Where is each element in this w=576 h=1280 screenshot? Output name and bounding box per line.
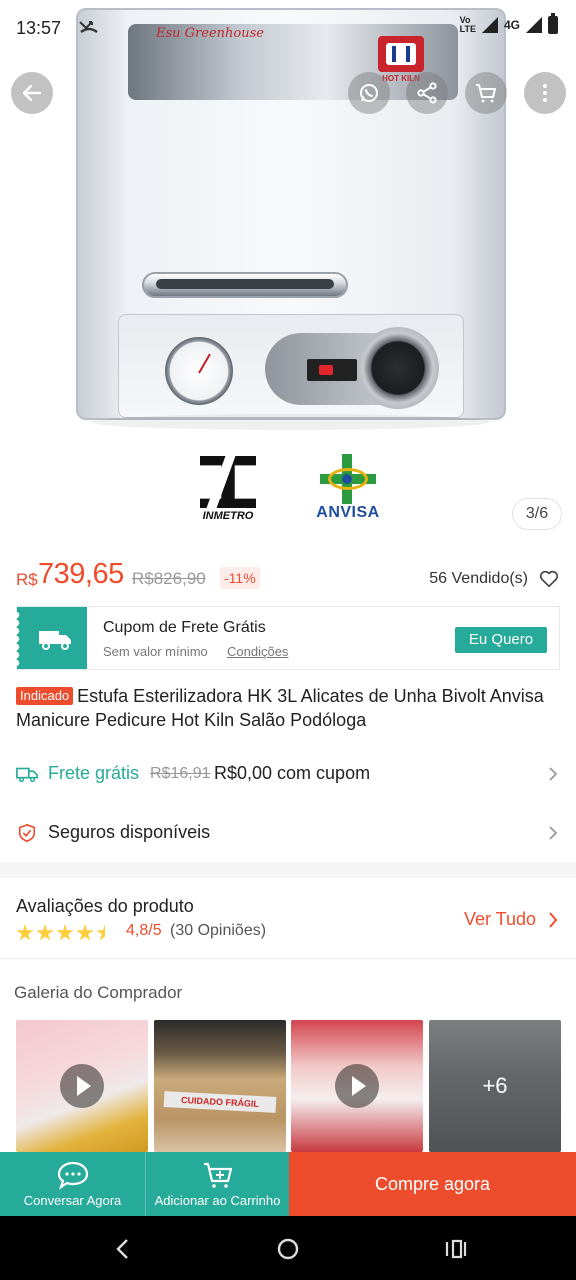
rating-value: 4,8/5 — [126, 922, 162, 939]
product-photo: Esu Greenhouse HOT KILN — [76, 8, 506, 420]
missed-call-icon — [78, 16, 100, 41]
chevron-right-icon — [549, 826, 558, 840]
shipping-old-price: R$16,91 — [150, 765, 211, 782]
product-title: Estufa Esterilizadora HK 3L Alicates de … — [16, 686, 544, 730]
insurance-row[interactable]: Seguros disponíveis — [16, 813, 560, 853]
thermometer-gauge — [165, 337, 233, 405]
whatsapp-share-button[interactable] — [348, 72, 390, 114]
nav-recents-icon[interactable] — [440, 1234, 470, 1264]
chevron-right-icon — [549, 767, 558, 781]
add-to-cart-button[interactable]: Adicionar ao Carrinho — [145, 1152, 289, 1216]
play-icon[interactable] — [60, 1064, 104, 1108]
whatsapp-icon — [360, 84, 378, 102]
network-4g-label: 4G — [503, 18, 520, 32]
gallery-thumbnail[interactable] — [291, 1020, 423, 1152]
status-time: 13:57 — [16, 18, 62, 38]
status-indicators: Vo LTE 4G — [459, 13, 558, 34]
rating-count: (30 Opiniões) — [170, 922, 267, 939]
more-photos-count[interactable]: +6 — [429, 1020, 561, 1152]
cell-signal-icon — [526, 17, 542, 33]
chat-now-label: Conversar Agora — [23, 1193, 122, 1208]
star-icon — [16, 924, 34, 941]
shipping-row[interactable]: Frete grátis R$16,91 R$0,00 com cupom — [16, 754, 560, 794]
reviews-title: Avaliações do produto — [16, 896, 194, 916]
section-separator — [0, 862, 576, 878]
truck-icon — [16, 767, 38, 783]
star-icon — [56, 924, 74, 941]
shopping-cart-icon — [476, 84, 496, 103]
buyer-gallery: CUIDADO FRÁGIL +6 — [16, 1020, 561, 1152]
system-navigation-bar — [0, 1216, 576, 1280]
chevron-right-icon[interactable] — [548, 911, 558, 929]
shield-check-icon — [18, 823, 36, 843]
coupon-conditions-link[interactable]: Condições — [227, 644, 288, 659]
back-button[interactable] — [11, 72, 53, 114]
claim-coupon-button[interactable]: Eu Quero — [455, 627, 547, 653]
buy-now-button[interactable]: Compre agora — [289, 1152, 576, 1216]
shipping-new-price: R$0,00 com cupom — [214, 763, 371, 783]
fragile-tape-text: CUIDADO FRÁGIL — [163, 1091, 277, 1113]
inmetro-label: INMETRO — [202, 510, 254, 522]
free-shipping-label: Frete grátis — [48, 763, 140, 783]
star-icon — [76, 924, 94, 941]
nav-home-icon[interactable] — [273, 1234, 303, 1264]
free-shipping-coupon: Cupom de Frete Grátis Sem valor mínimo C… — [16, 606, 560, 670]
lte-label: LTE — [459, 24, 476, 34]
recommended-tag: Indicado — [16, 687, 74, 705]
coupon-title: Cupom de Frete Grátis — [103, 619, 266, 636]
chat-now-button[interactable]: Conversar Agora — [0, 1152, 145, 1216]
product-title-block: Indicado Estufa Esterilizadora HK 3L Alic… — [16, 684, 560, 732]
share-button[interactable] — [406, 72, 448, 114]
anvisa-logo: ANVISA — [310, 452, 386, 524]
chat-bubble-icon — [57, 1161, 88, 1190]
cart-button[interactable] — [465, 72, 507, 114]
divider — [0, 958, 576, 959]
rating-stars — [16, 924, 114, 942]
see-all-reviews-link[interactable]: Ver Tudo — [464, 909, 536, 930]
truck-icon — [39, 631, 71, 650]
discount-badge: -11% — [220, 567, 260, 589]
gallery-thumbnail[interactable]: CUIDADO FRÁGIL — [154, 1020, 286, 1152]
gallery-thumbnail[interactable] — [16, 1020, 148, 1152]
star-half-icon — [96, 924, 114, 941]
image-counter: 3/6 — [512, 498, 562, 530]
inmetro-logo: INMETRO — [196, 452, 260, 524]
more-vertical-icon — [543, 84, 547, 102]
wifi-signal-icon — [481, 17, 498, 33]
gallery-thumbnail-more[interactable]: +6 — [429, 1020, 561, 1152]
power-switch — [307, 359, 357, 381]
buyer-gallery-title: Galeria do Comprador — [14, 983, 183, 1002]
insurance-label: Seguros disponíveis — [48, 822, 211, 842]
original-price: R$826,90 — [132, 569, 206, 588]
currency-symbol: R$ — [16, 570, 38, 589]
share-icon — [417, 82, 437, 104]
favorite-heart-icon[interactable] — [538, 568, 560, 590]
coupon-subtitle: Sem valor mínimo — [103, 644, 208, 659]
play-icon[interactable] — [335, 1064, 379, 1108]
cart-plus-icon — [203, 1162, 232, 1188]
temperature-knob — [357, 327, 439, 409]
arrow-left-icon — [22, 84, 42, 102]
current-price: 739,65 — [38, 558, 124, 590]
bottom-action-bar: Conversar Agora Adicionar ao Carrinho Co… — [0, 1152, 576, 1216]
sold-count: 56 Vendido(s) — [429, 570, 528, 587]
anvisa-label: ANVISA — [316, 504, 380, 521]
star-icon — [36, 924, 54, 941]
battery-icon — [548, 13, 558, 34]
price-row: R$ 739,65 R$826,90 -11% 56 Vendido(s) — [16, 558, 560, 598]
more-options-button[interactable] — [524, 72, 566, 114]
nav-back-icon[interactable] — [108, 1234, 138, 1264]
status-bar: 13:57 Vo LTE 4G — [0, 0, 576, 56]
add-to-cart-label: Adicionar ao Carrinho — [154, 1193, 281, 1208]
